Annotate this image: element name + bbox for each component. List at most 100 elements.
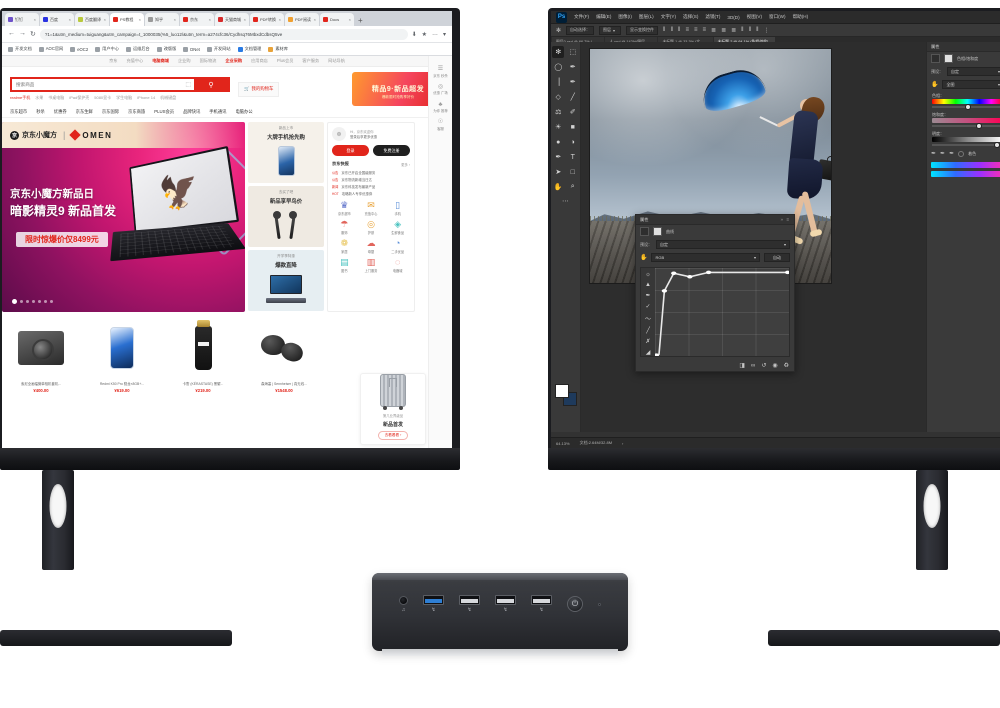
product-card[interactable]: 森海塞 | Sennheiser | 真无线... ¥1548.00 — [245, 317, 323, 393]
distribute-left-icon[interactable]: ‖ — [741, 27, 743, 33]
rail-item-seckill[interactable]: ☰ 京东 秒杀 — [433, 66, 448, 78]
hsl-hand-icon[interactable]: ✋ — [931, 81, 938, 88]
back-icon[interactable]: ← — [8, 30, 15, 38]
camera-search-icon[interactable]: ⬚ — [185, 79, 194, 90]
toggle-visibility-icon[interactable]: ∞ — [751, 363, 755, 369]
browser-tab[interactable]: PDF阅读 × — [285, 13, 319, 26]
align-bottom-icon[interactable]: ≡ — [703, 27, 707, 33]
menu-3d[interactable]: 3D(D) — [727, 15, 739, 20]
jd-news-more-link[interactable]: 更多 › — [401, 162, 410, 167]
gradient-map-icon[interactable]: ◢ — [646, 349, 651, 356]
carousel-dot-active[interactable] — [12, 299, 17, 304]
gradient-tool[interactable]: ■ — [567, 121, 579, 133]
bookmark-item[interactable]: AOC官网 — [38, 46, 63, 52]
browser-tab[interactable]: 钉钉 × — [5, 13, 39, 26]
jd-category-item[interactable]: 电脑办公 — [235, 109, 252, 115]
jd-category-icon[interactable]: ▥ 上门服务 — [359, 258, 384, 274]
menu-layer[interactable]: 图层(L) — [639, 14, 654, 20]
bookmark-item[interactable]: 素材库 — [268, 46, 288, 52]
carousel-dots[interactable] — [12, 299, 53, 304]
color-balance-icon[interactable]: ✗ — [645, 338, 650, 345]
jd-category-icon[interactable]: ♛ 京东超市 — [332, 201, 357, 217]
jd-category-icon[interactable]: ▯ 手机 — [385, 201, 410, 217]
browser-tab[interactable]: 百度 × — [40, 13, 74, 26]
tab-close-icon[interactable]: × — [279, 17, 281, 22]
bookmark-item[interactable]: 运维后台 — [125, 46, 150, 52]
hue-saturation-icon[interactable]: ╱ — [646, 327, 650, 334]
bookmark-item[interactable]: 文档管理 — [237, 46, 261, 52]
eyedropper-tool[interactable]: ✒ — [567, 76, 579, 88]
path-select-tool[interactable]: ➤ — [552, 166, 564, 178]
carousel-dot[interactable] — [44, 300, 47, 303]
hand-target-icon[interactable]: ✋ — [640, 254, 647, 261]
jd-top-nav-item[interactable]: 京东 — [109, 58, 117, 64]
jd-category-icon[interactable]: ❁ 家居 — [332, 239, 357, 255]
clip-to-layer-icon[interactable]: ◨ — [739, 362, 745, 369]
jd-category-icon[interactable]: ◔ 二手优品 — [385, 239, 410, 255]
eyedropper-icon[interactable]: ✒ — [931, 150, 936, 157]
hot-word[interactable]: iPhone 14 — [137, 95, 155, 101]
eyedropper-subtract-icon[interactable]: ✒ — [949, 150, 954, 157]
jd-category-icon[interactable]: ☂ 服饰 — [332, 220, 357, 236]
bookmark-item[interactable]: 用户中心 — [95, 46, 119, 52]
rail-item-coupons[interactable]: ◎ 优惠 广场 — [433, 84, 448, 96]
product-card[interactable]: Redmi K50 Pro 骁龙×8GB+... ¥619.00 — [83, 317, 161, 393]
hand-tool[interactable]: ✋ — [552, 181, 564, 193]
eyedropper-add-icon[interactable]: ✒ — [940, 150, 945, 157]
tab-close-icon[interactable]: × — [174, 17, 176, 22]
align-right-icon[interactable]: ‖ — [678, 27, 680, 33]
overflow-menu-icon[interactable]: … — [432, 31, 438, 37]
search-button[interactable]: ⚲ — [194, 79, 228, 90]
zoom-tool[interactable]: ⌕ — [567, 181, 579, 193]
bookmark-item[interactable]: 开发文档 — [8, 46, 32, 52]
tab-close-icon[interactable]: × — [349, 17, 351, 22]
tab-close-icon[interactable]: × — [139, 17, 141, 22]
jd-news-row[interactable]: HOT 攻略新人专享优惠券 — [332, 191, 410, 197]
usb2-port[interactable]: ↯ — [459, 595, 480, 613]
clone-stamp-tool[interactable]: ⚖ — [552, 106, 564, 118]
menu-window[interactable]: 窗口(W) — [769, 14, 786, 20]
product-card[interactable]: 索尼全画幅微单相机套机... ¥400.00 — [2, 317, 80, 393]
delete-icon[interactable]: ♻ — [784, 362, 789, 369]
carousel-dot[interactable] — [50, 300, 53, 303]
menu-edit[interactable]: 编辑(E) — [596, 14, 611, 20]
download-icon[interactable]: ⬇ — [412, 31, 417, 38]
channel-select[interactable]: RGB ▾ — [651, 253, 760, 262]
jd-top-nav-item[interactable]: 国际物流 — [200, 58, 217, 64]
foreground-color-swatch[interactable] — [555, 384, 569, 398]
shape-tool[interactable]: □ — [567, 166, 579, 178]
usb2-connector[interactable] — [495, 595, 516, 605]
menu-filter[interactable]: 滤镜(T) — [705, 14, 720, 20]
menu-file[interactable]: 文件(F) — [574, 14, 589, 20]
pen-tool[interactable]: ✒ — [552, 151, 564, 163]
jd-category-item[interactable]: 秒杀 — [36, 109, 45, 115]
profile-icon[interactable]: ▾ — [443, 31, 446, 38]
new-tab-button[interactable]: + — [355, 16, 366, 26]
login-button[interactable]: 登录 — [332, 145, 369, 156]
power-port[interactable]: ⏻ — [567, 596, 583, 612]
blur-tool[interactable]: ● — [552, 136, 564, 148]
curves-graph[interactable]: ☼ ▲ ✒ ✓ 〜 ╱ ✗ ◢ — [640, 267, 790, 357]
auto-select-dropdown[interactable]: 图层 ▾ — [599, 25, 622, 35]
curves-properties-panel[interactable]: 属性 » ≡ 曲线 预设： 自定 ▾ ✋ RGB ▾ 自动 ☼ ▲ ✒ ✓ 〜 … — [635, 214, 795, 372]
jd-category-item[interactable]: PLUS会员 — [154, 109, 174, 115]
lasso-tool[interactable]: ◯ — [552, 61, 564, 73]
jd-category-icon[interactable]: ▤ 图书 — [332, 258, 357, 274]
jd-mid-card[interactable]: 新品上市 大牌手机抢先购 — [248, 122, 324, 183]
usb2-connector[interactable] — [459, 595, 480, 605]
hot-word[interactable]: 5080显卡 — [94, 95, 111, 101]
jd-top-nav-item[interactable]: Plus会员 — [277, 58, 294, 64]
brush-tool[interactable]: ╱ — [567, 91, 579, 103]
jd-category-icon[interactable]: ◎ 护肤 — [359, 220, 384, 236]
hot-word[interactable]: 书桌电脑 — [48, 95, 64, 101]
status-arrow-icon[interactable]: › — [622, 441, 623, 446]
align-middle-v-icon[interactable]: ≡ — [694, 27, 698, 33]
forward-icon[interactable]: → — [19, 30, 26, 38]
usb2-connector[interactable] — [531, 595, 552, 605]
menu-help[interactable]: 帮助(H) — [793, 14, 809, 20]
jd-mid-card[interactable]: 去买了吧 新品享早鸟价 — [248, 186, 324, 247]
align-left-icon[interactable]: ‖ — [663, 27, 665, 33]
jd-top-nav-item[interactable]: 客户服务 — [302, 58, 319, 64]
move-tool[interactable]: ✻ — [552, 46, 565, 58]
dodge-tool[interactable]: ◑ — [567, 136, 579, 148]
